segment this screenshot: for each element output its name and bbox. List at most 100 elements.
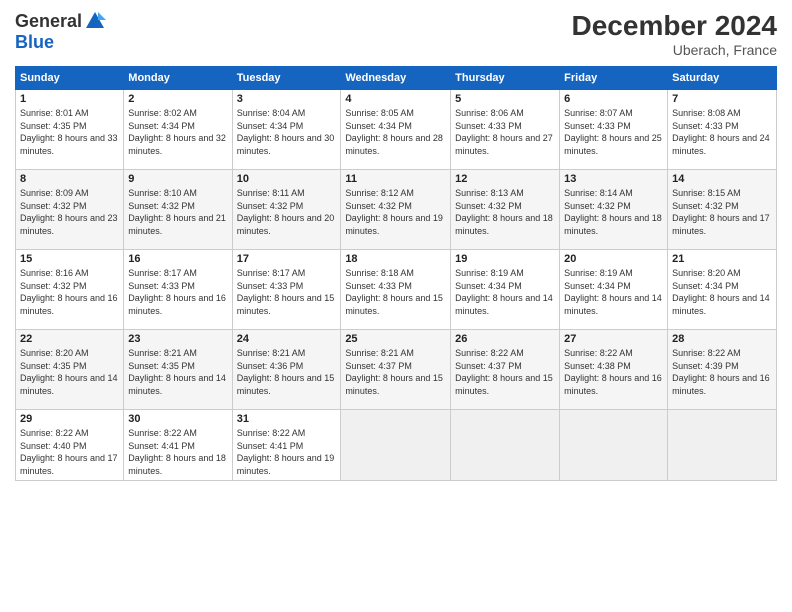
day-number: 10 [237, 173, 337, 185]
day-number: 15 [20, 253, 119, 265]
title-section: December 2024 Uberach, France [572, 10, 777, 58]
day-number: 28 [672, 333, 772, 345]
day-info: Sunrise: 8:15 AMSunset: 4:32 PMDaylight:… [672, 188, 770, 236]
calendar-cell: 25 Sunrise: 8:21 AMSunset: 4:37 PMDaylig… [341, 330, 451, 410]
col-friday: Friday [560, 67, 668, 90]
day-number: 2 [128, 93, 227, 105]
logo-blue-text: Blue [15, 32, 54, 53]
calendar-cell [341, 410, 451, 481]
day-number: 9 [128, 173, 227, 185]
calendar-cell: 9 Sunrise: 8:10 AMSunset: 4:32 PMDayligh… [124, 170, 232, 250]
col-sunday: Sunday [16, 67, 124, 90]
col-wednesday: Wednesday [341, 67, 451, 90]
day-number: 26 [455, 333, 555, 345]
day-info: Sunrise: 8:20 AMSunset: 4:35 PMDaylight:… [20, 348, 118, 396]
day-number: 14 [672, 173, 772, 185]
day-number: 11 [345, 173, 446, 185]
day-info: Sunrise: 8:06 AMSunset: 4:33 PMDaylight:… [455, 108, 553, 156]
day-info: Sunrise: 8:22 AMSunset: 4:41 PMDaylight:… [128, 428, 226, 476]
day-number: 17 [237, 253, 337, 265]
day-number: 16 [128, 253, 227, 265]
day-info: Sunrise: 8:22 AMSunset: 4:38 PMDaylight:… [564, 348, 662, 396]
day-number: 12 [455, 173, 555, 185]
day-number: 20 [564, 253, 663, 265]
day-info: Sunrise: 8:02 AMSunset: 4:34 PMDaylight:… [128, 108, 226, 156]
calendar-cell: 22 Sunrise: 8:20 AMSunset: 4:35 PMDaylig… [16, 330, 124, 410]
day-info: Sunrise: 8:21 AMSunset: 4:35 PMDaylight:… [128, 348, 226, 396]
col-saturday: Saturday [668, 67, 777, 90]
day-info: Sunrise: 8:08 AMSunset: 4:33 PMDaylight:… [672, 108, 770, 156]
calendar-cell: 17 Sunrise: 8:17 AMSunset: 4:33 PMDaylig… [232, 250, 341, 330]
day-info: Sunrise: 8:21 AMSunset: 4:37 PMDaylight:… [345, 348, 443, 396]
day-info: Sunrise: 8:13 AMSunset: 4:32 PMDaylight:… [455, 188, 553, 236]
day-number: 6 [564, 93, 663, 105]
day-info: Sunrise: 8:09 AMSunset: 4:32 PMDaylight:… [20, 188, 118, 236]
calendar-cell: 14 Sunrise: 8:15 AMSunset: 4:32 PMDaylig… [668, 170, 777, 250]
col-thursday: Thursday [451, 67, 560, 90]
calendar-cell: 6 Sunrise: 8:07 AMSunset: 4:33 PMDayligh… [560, 90, 668, 170]
day-info: Sunrise: 8:17 AMSunset: 4:33 PMDaylight:… [128, 268, 226, 316]
calendar-cell: 11 Sunrise: 8:12 AMSunset: 4:32 PMDaylig… [341, 170, 451, 250]
day-info: Sunrise: 8:22 AMSunset: 4:39 PMDaylight:… [672, 348, 770, 396]
logo-icon [84, 10, 106, 32]
day-number: 29 [20, 413, 119, 425]
page-container: General Blue December 2024 Uberach, Fran… [0, 0, 792, 612]
day-info: Sunrise: 8:22 AMSunset: 4:41 PMDaylight:… [237, 428, 335, 476]
calendar-cell: 27 Sunrise: 8:22 AMSunset: 4:38 PMDaylig… [560, 330, 668, 410]
calendar-cell: 2 Sunrise: 8:02 AMSunset: 4:34 PMDayligh… [124, 90, 232, 170]
calendar-cell: 23 Sunrise: 8:21 AMSunset: 4:35 PMDaylig… [124, 330, 232, 410]
calendar-cell: 3 Sunrise: 8:04 AMSunset: 4:34 PMDayligh… [232, 90, 341, 170]
calendar-cell: 4 Sunrise: 8:05 AMSunset: 4:34 PMDayligh… [341, 90, 451, 170]
col-monday: Monday [124, 67, 232, 90]
day-info: Sunrise: 8:18 AMSunset: 4:33 PMDaylight:… [345, 268, 443, 316]
calendar-cell: 12 Sunrise: 8:13 AMSunset: 4:32 PMDaylig… [451, 170, 560, 250]
day-info: Sunrise: 8:12 AMSunset: 4:32 PMDaylight:… [345, 188, 443, 236]
day-number: 3 [237, 93, 337, 105]
day-number: 25 [345, 333, 446, 345]
calendar-cell: 24 Sunrise: 8:21 AMSunset: 4:36 PMDaylig… [232, 330, 341, 410]
calendar-cell: 21 Sunrise: 8:20 AMSunset: 4:34 PMDaylig… [668, 250, 777, 330]
calendar-cell: 5 Sunrise: 8:06 AMSunset: 4:33 PMDayligh… [451, 90, 560, 170]
day-number: 22 [20, 333, 119, 345]
calendar-cell: 19 Sunrise: 8:19 AMSunset: 4:34 PMDaylig… [451, 250, 560, 330]
calendar-table: Sunday Monday Tuesday Wednesday Thursday… [15, 66, 777, 481]
location: Uberach, France [572, 42, 777, 58]
calendar-cell: 31 Sunrise: 8:22 AMSunset: 4:41 PMDaylig… [232, 410, 341, 481]
day-number: 4 [345, 93, 446, 105]
calendar-cell: 13 Sunrise: 8:14 AMSunset: 4:32 PMDaylig… [560, 170, 668, 250]
calendar-cell [560, 410, 668, 481]
calendar-cell: 30 Sunrise: 8:22 AMSunset: 4:41 PMDaylig… [124, 410, 232, 481]
day-number: 31 [237, 413, 337, 425]
calendar-cell: 28 Sunrise: 8:22 AMSunset: 4:39 PMDaylig… [668, 330, 777, 410]
day-info: Sunrise: 8:22 AMSunset: 4:40 PMDaylight:… [20, 428, 118, 476]
day-info: Sunrise: 8:04 AMSunset: 4:34 PMDaylight:… [237, 108, 335, 156]
day-info: Sunrise: 8:01 AMSunset: 4:35 PMDaylight:… [20, 108, 118, 156]
day-info: Sunrise: 8:05 AMSunset: 4:34 PMDaylight:… [345, 108, 443, 156]
day-number: 19 [455, 253, 555, 265]
day-number: 23 [128, 333, 227, 345]
calendar-cell: 20 Sunrise: 8:19 AMSunset: 4:34 PMDaylig… [560, 250, 668, 330]
calendar-cell [451, 410, 560, 481]
day-number: 21 [672, 253, 772, 265]
day-info: Sunrise: 8:22 AMSunset: 4:37 PMDaylight:… [455, 348, 553, 396]
day-number: 7 [672, 93, 772, 105]
day-number: 27 [564, 333, 663, 345]
calendar-cell: 16 Sunrise: 8:17 AMSunset: 4:33 PMDaylig… [124, 250, 232, 330]
col-tuesday: Tuesday [232, 67, 341, 90]
day-info: Sunrise: 8:14 AMSunset: 4:32 PMDaylight:… [564, 188, 662, 236]
day-number: 8 [20, 173, 119, 185]
logo-general-text: General [15, 11, 82, 32]
day-info: Sunrise: 8:16 AMSunset: 4:32 PMDaylight:… [20, 268, 118, 316]
calendar-header-row: Sunday Monday Tuesday Wednesday Thursday… [16, 67, 777, 90]
day-info: Sunrise: 8:19 AMSunset: 4:34 PMDaylight:… [564, 268, 662, 316]
calendar-cell: 29 Sunrise: 8:22 AMSunset: 4:40 PMDaylig… [16, 410, 124, 481]
day-info: Sunrise: 8:17 AMSunset: 4:33 PMDaylight:… [237, 268, 335, 316]
day-number: 13 [564, 173, 663, 185]
header: General Blue December 2024 Uberach, Fran… [15, 10, 777, 58]
month-title: December 2024 [572, 10, 777, 42]
day-number: 18 [345, 253, 446, 265]
calendar-cell: 1 Sunrise: 8:01 AMSunset: 4:35 PMDayligh… [16, 90, 124, 170]
calendar-cell [668, 410, 777, 481]
day-info: Sunrise: 8:10 AMSunset: 4:32 PMDaylight:… [128, 188, 226, 236]
day-number: 1 [20, 93, 119, 105]
